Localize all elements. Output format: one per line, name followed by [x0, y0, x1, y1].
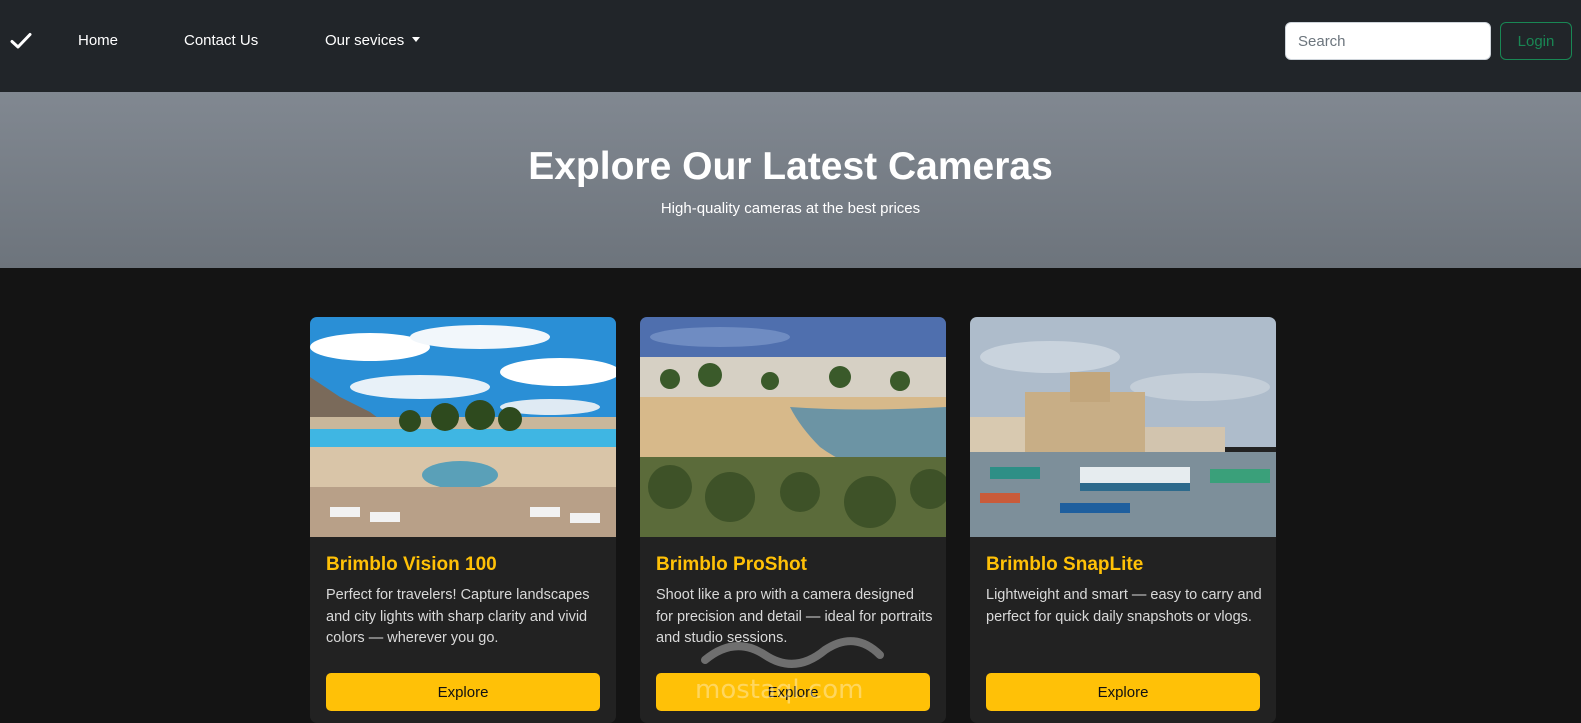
card-text: Shoot like a pro with a camera designed …: [656, 587, 933, 646]
product-card: Brimblo ProShot Shoot like a pro with a …: [640, 317, 946, 723]
nav-dropdown-label: Our sevices: [325, 32, 405, 49]
citadel-harbor-image: [970, 317, 1276, 537]
nav-link-home[interactable]: Home: [78, 31, 118, 51]
card-text: Lightweight and smart — easy to carry an…: [986, 587, 1262, 625]
card-title: Brimblo ProShot: [656, 554, 807, 575]
resort-pool-image: [310, 317, 616, 537]
card-text: Perfect for travelers! Capture landscape…: [326, 587, 590, 646]
navbar: Home Contact Us Our sevices Login: [0, 0, 1581, 92]
nav-dropdown-services[interactable]: Our sevices: [325, 31, 421, 51]
card-title: Brimblo Vision 100: [326, 554, 497, 575]
nav-link-contact-us[interactable]: Contact Us: [184, 31, 258, 51]
hero-subtitle: High-quality cameras at the best prices: [660, 200, 921, 217]
hero-banner: Explore Our Latest Cameras High-quality …: [0, 92, 1581, 268]
card-title: Brimblo SnapLite: [986, 554, 1144, 575]
explore-button[interactable]: Explore: [326, 673, 600, 711]
product-card: Brimblo SnapLite Lightweight and smart —…: [970, 317, 1276, 723]
explore-button[interactable]: Explore: [986, 673, 1260, 711]
login-button[interactable]: Login: [1500, 22, 1572, 60]
hero-title: Explore Our Latest Cameras: [528, 145, 1053, 188]
beach-bay-image: [640, 317, 946, 537]
caret-down-icon: [412, 37, 421, 42]
search-input[interactable]: [1285, 22, 1491, 60]
check-icon[interactable]: [10, 30, 32, 52]
explore-button[interactable]: Explore: [656, 673, 930, 711]
product-card: Brimblo Vision 100 Perfect for travelers…: [310, 317, 616, 723]
